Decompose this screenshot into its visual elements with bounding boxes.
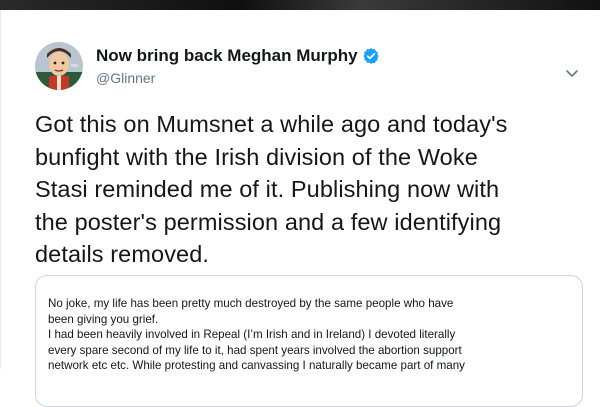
avatar-illustration-icon (35, 42, 83, 90)
chevron-down-icon[interactable] (565, 66, 579, 77)
author-name-row[interactable]: Now bring back Meghan Murphy (96, 46, 380, 66)
display-name[interactable]: Now bring back Meghan Murphy (96, 46, 358, 66)
tweet-text-line: the poster's permission and a few identi… (35, 208, 502, 235)
tweet-text-line: details removed. (35, 241, 210, 267)
attached-text-line: been giving you grief. (48, 312, 159, 326)
attached-text-line: No joke, my life has been pretty much de… (48, 297, 454, 310)
attached-text-line: every spare second of my life to it, had… (48, 343, 462, 357)
verified-badge-icon (362, 47, 380, 65)
attached-text-line: network etc etc. While protesting and ca… (48, 359, 465, 372)
attached-text: No joke, my life has been pretty much de… (48, 296, 568, 374)
tweet-card: Now bring back Meghan Murphy @Glinner Go… (0, 10, 600, 407)
attached-text-image[interactable]: No joke, my life has been pretty much de… (35, 275, 583, 407)
user-handle[interactable]: @Glinner (96, 70, 155, 86)
tweet-text-line: Stasi reminded me of it. Publishing now … (35, 176, 500, 202)
top-image-strip (0, 0, 600, 10)
tweet-text: Got this on Mumsnet a while ago and toda… (35, 108, 583, 271)
attached-text-line: I had been heavily involved in Repeal (I… (48, 328, 456, 341)
avatar[interactable] (35, 42, 83, 90)
tweet-text-line: bunfight with the Irish division of the … (35, 143, 478, 170)
tweet-text-line: Got this on Mumsnet a while ago and toda… (35, 111, 508, 137)
